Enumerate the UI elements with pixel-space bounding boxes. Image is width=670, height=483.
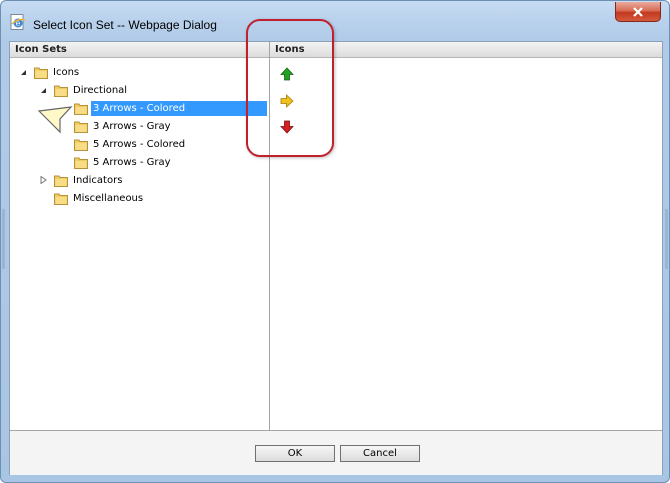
- title-bar: e Select Icon Set -- Webpage Dialog: [1, 1, 669, 37]
- ie-page-icon: e: [10, 14, 26, 30]
- tree-node-icons[interactable]: Icons: [18, 63, 81, 81]
- dialog-footer: OK Cancel: [10, 430, 662, 475]
- annotation-highlight: [246, 19, 334, 157]
- collapsed-arrow-icon[interactable]: [38, 175, 48, 185]
- tree-node-3-arrows-gray[interactable]: 3 Arrows - Gray: [74, 117, 173, 135]
- tree-label: 5 Arrows - Gray: [93, 156, 171, 168]
- folder-icon: [34, 67, 48, 79]
- tree-label: Directional: [73, 84, 128, 96]
- folder-icon: [74, 139, 88, 151]
- tree-label: 5 Arrows - Colored: [93, 138, 186, 150]
- tree-label: 3 Arrows - Gray: [93, 120, 171, 132]
- tree-node-3-arrows-colored[interactable]: 3 Arrows - Colored: [74, 99, 267, 117]
- callout-pointer-icon: [37, 106, 73, 134]
- cancel-button[interactable]: Cancel: [340, 445, 420, 462]
- dialog-window: e Select Icon Set -- Webpage Dialog Icon…: [0, 0, 670, 483]
- icon-sets-pane: Icon Sets Icons Directional 3 Arrows - C…: [10, 42, 270, 430]
- folder-icon: [74, 157, 88, 169]
- folder-icon: [54, 85, 68, 97]
- close-icon: [633, 6, 643, 17]
- window-title: Select Icon Set -- Webpage Dialog: [33, 18, 217, 32]
- folder-icon: [54, 193, 68, 205]
- tree-node-directional[interactable]: Directional: [38, 81, 129, 99]
- folder-icon: [54, 175, 68, 187]
- tree-node-5-arrows-colored[interactable]: 5 Arrows - Colored: [74, 135, 187, 153]
- resize-grip-left: [2, 209, 5, 269]
- icon-sets-header: Icon Sets: [10, 42, 269, 58]
- tree-node-indicators[interactable]: Indicators: [38, 171, 124, 189]
- tree-node-5-arrows-gray[interactable]: 5 Arrows - Gray: [74, 153, 173, 171]
- ok-button[interactable]: OK: [255, 445, 335, 462]
- tree-node-miscellaneous[interactable]: Miscellaneous: [54, 189, 145, 207]
- tree-label: Icons: [53, 66, 80, 78]
- expanded-arrow-icon[interactable]: [38, 85, 48, 95]
- expanded-arrow-icon[interactable]: [18, 67, 28, 77]
- resize-grip-right: [665, 209, 668, 269]
- tree-label: 3 Arrows - Colored: [91, 100, 267, 116]
- tree-label: Indicators: [73, 174, 123, 186]
- close-button[interactable]: [615, 2, 661, 22]
- tree-label: Miscellaneous: [73, 192, 144, 204]
- dialog-content: Icon Sets Icons Directional 3 Arrows - C…: [9, 41, 663, 475]
